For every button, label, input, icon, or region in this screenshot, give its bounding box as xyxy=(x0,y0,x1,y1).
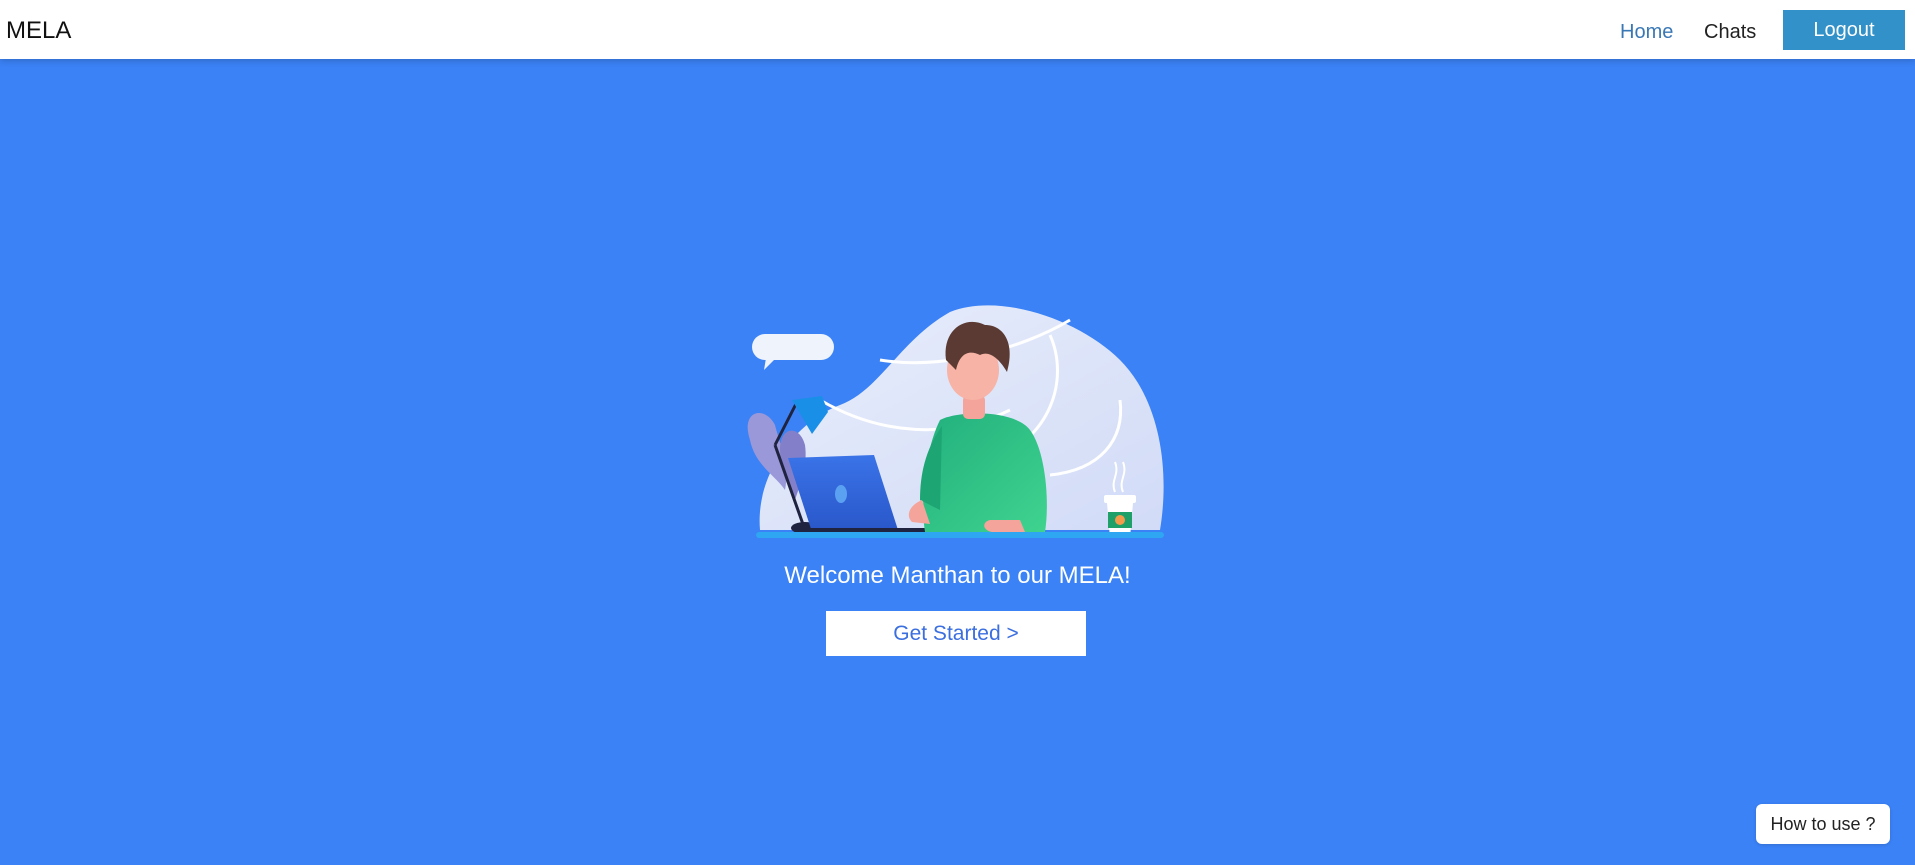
brand-logo[interactable]: MELA xyxy=(6,17,71,45)
logout-button[interactable]: Logout xyxy=(1783,10,1905,50)
nav-link-home[interactable]: Home xyxy=(1620,20,1673,44)
speech-bubble-icon xyxy=(752,334,834,370)
welcome-message: Welcome Manthan to our MELA! xyxy=(784,562,1131,589)
get-started-button[interactable]: Get Started > xyxy=(826,611,1086,656)
how-to-use-button[interactable]: How to use ? xyxy=(1756,804,1890,844)
nav-link-chats[interactable]: Chats xyxy=(1704,20,1756,44)
person-working-at-laptop-illustration xyxy=(747,305,1164,538)
desk-surface xyxy=(756,532,1164,538)
top-navbar: MELA Home Chats Logout xyxy=(0,0,1915,59)
